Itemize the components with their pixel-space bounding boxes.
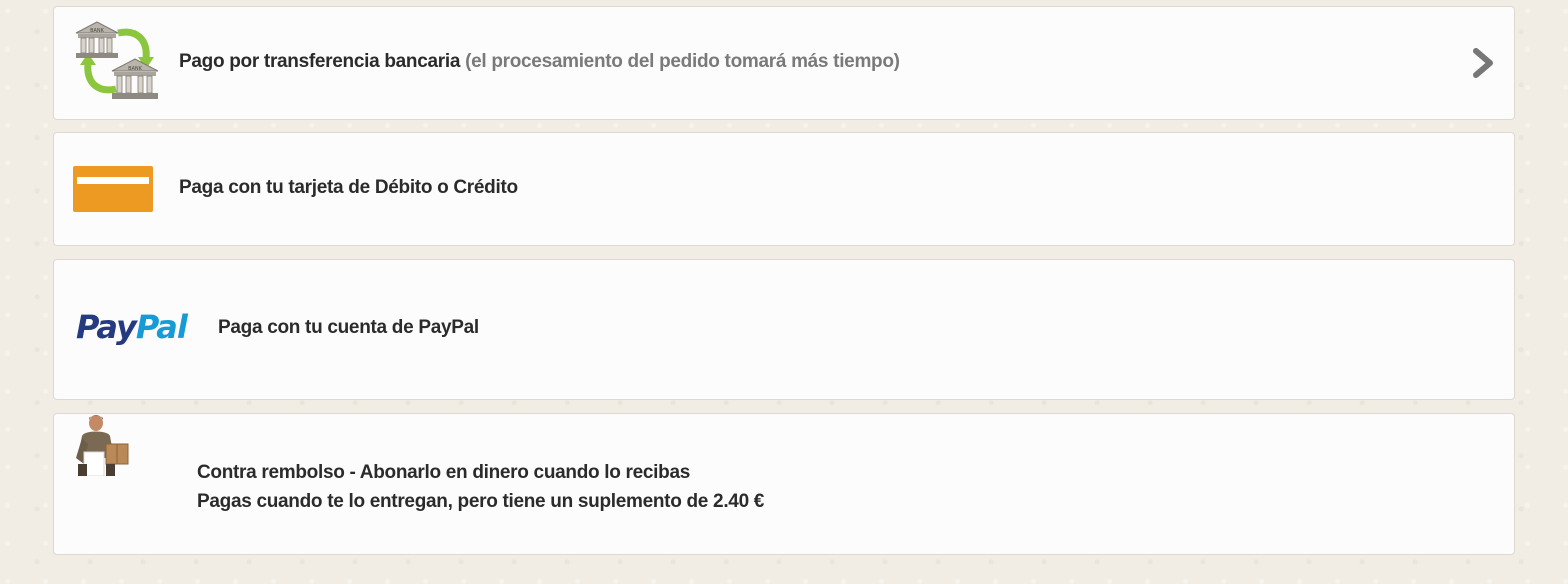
payment-option-card[interactable]: Paga con tu tarjeta de Débito o Crédito: [53, 132, 1515, 246]
cash-on-delivery-surcharge: Pagas cuando te lo entregan, pero tiene …: [197, 491, 765, 512]
payment-option-bank-transfer[interactable]: BANK BANK Pago por transferencia bancari…: [53, 6, 1515, 120]
svg-text:BANK: BANK: [128, 66, 143, 72]
card-label: Paga con tu tarjeta de Débito o Crédito: [179, 177, 518, 198]
paypal-label: Paga con tu cuenta de PayPal: [218, 317, 479, 338]
bank-transfer-title: Pago por transferencia bancaria: [179, 51, 461, 72]
credit-card-icon: [73, 166, 153, 212]
bank-transfer-label: Pago por transferencia bancaria (el proc…: [179, 51, 900, 73]
cash-on-delivery-title: Contra rembolso - Abonarlo en dinero cua…: [197, 462, 690, 483]
courier-icon: [76, 415, 129, 476]
payment-option-cash-on-delivery[interactable]: Contra rembolso - Abonarlo en dinero cua…: [53, 413, 1515, 555]
svg-text:BANK: BANK: [90, 28, 105, 34]
payment-option-paypal[interactable]: PayPal Paga con tu cuenta de PayPal: [53, 259, 1515, 400]
card-stripe: [77, 177, 149, 184]
paypal-logo: PayPal: [76, 308, 188, 346]
chevron-right-icon[interactable]: [1468, 46, 1498, 80]
paypal-logo-pay: Pay: [76, 308, 137, 346]
paypal-logo-pal: Pal: [135, 308, 188, 346]
cash-on-delivery-label: Contra rembolso - Abonarlo en dinero cua…: [197, 458, 764, 516]
bank-transfer-icon: BANK BANK: [75, 21, 159, 99]
bank-transfer-note: (el procesamiento del pedido tomará más …: [465, 51, 900, 72]
